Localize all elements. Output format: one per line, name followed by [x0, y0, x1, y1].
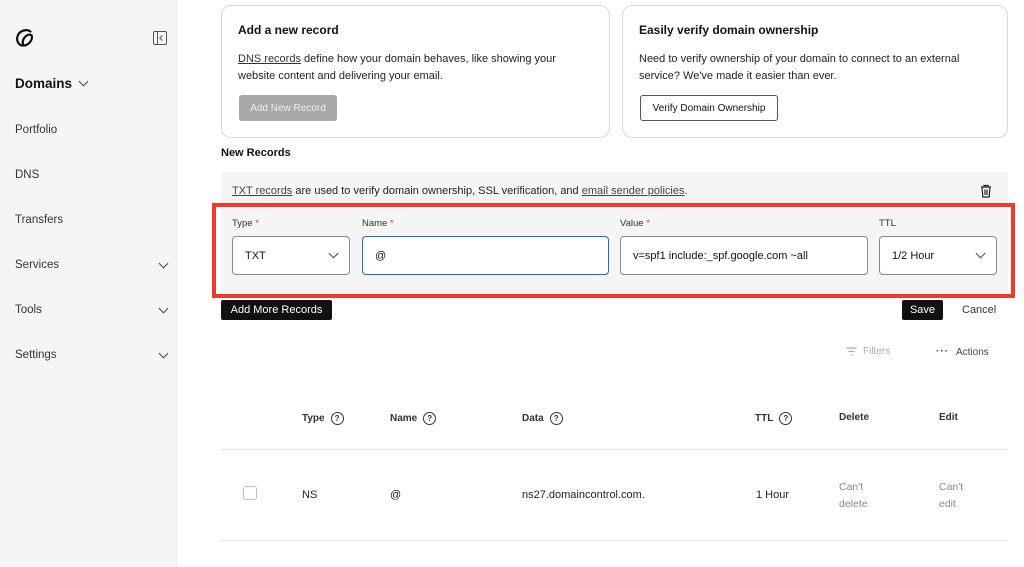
- chevron-down-icon: [159, 258, 169, 268]
- chevron-down-icon: [159, 303, 169, 313]
- trash-icon[interactable]: [980, 184, 992, 198]
- filters-label: Filters: [863, 346, 890, 357]
- help-icon[interactable]: ?: [779, 412, 792, 425]
- chevron-down-icon: [79, 77, 89, 87]
- record-info-text: TXT records are used to verify domain ow…: [232, 185, 688, 197]
- divider: [221, 540, 1008, 541]
- sidebar-item-label: DNS: [15, 169, 39, 181]
- col-header-edit: Edit: [939, 412, 958, 423]
- help-icon[interactable]: ?: [423, 412, 436, 425]
- cell-text: delete: [839, 498, 868, 510]
- header-text: Name: [390, 413, 417, 424]
- actions-button[interactable]: ··· Actions: [936, 347, 989, 358]
- sidebar-item-portfolio[interactable]: Portfolio: [15, 124, 167, 136]
- dns-records-link[interactable]: DNS records: [238, 53, 301, 65]
- sidebar-item-settings[interactable]: Settings: [15, 349, 167, 361]
- info-text: are used to verify domain ownership, SSL…: [292, 185, 581, 197]
- sidebar-item-label: Tools: [15, 304, 42, 316]
- verify-domain-ownership-button[interactable]: Verify Domain Ownership: [640, 95, 778, 121]
- sidebar-item-label: Services: [15, 259, 59, 271]
- filter-icon: [846, 347, 857, 356]
- sidebar-item-dns[interactable]: DNS: [15, 169, 167, 181]
- domains-label: Domains: [15, 76, 72, 91]
- new-records-label: New Records: [221, 147, 291, 159]
- header-text: Data: [522, 413, 544, 424]
- add-record-card: Add a new record DNS records define how …: [221, 5, 610, 138]
- card-body-text: Need to verify ownership of your domain …: [639, 53, 959, 65]
- cell-edit: Can't edit: [939, 479, 963, 513]
- verify-ownership-card: Easily verify domain ownership Need to v…: [622, 5, 1008, 138]
- header-text: TTL: [755, 413, 773, 424]
- txt-records-link[interactable]: TXT records: [232, 185, 292, 197]
- more-dots-icon: ···: [936, 346, 949, 357]
- domains-menu[interactable]: Domains: [15, 76, 87, 91]
- cancel-button[interactable]: Cancel: [962, 304, 996, 316]
- sidebar-item-tools[interactable]: Tools: [15, 304, 167, 316]
- header-text: Type: [302, 413, 325, 424]
- chevron-down-icon: [159, 348, 169, 358]
- cell-text: Can't: [939, 481, 963, 493]
- highlight-box: [212, 203, 1015, 298]
- sidebar-item-services[interactable]: Services: [15, 259, 167, 271]
- row-checkbox[interactable]: [243, 486, 257, 500]
- cell-text: Can't: [839, 481, 863, 493]
- cell-text: edit: [939, 498, 956, 510]
- add-more-records-button[interactable]: Add More Records: [221, 300, 332, 320]
- col-header-data: Data?: [522, 412, 563, 425]
- cell-data: ns27.domaincontrol.com.: [522, 489, 645, 501]
- card-title: Add a new record: [238, 23, 593, 37]
- cell-ttl: 1 Hour: [756, 489, 789, 501]
- card-body-text: service? We've made it easier than ever.: [639, 70, 837, 82]
- help-icon[interactable]: ?: [550, 412, 563, 425]
- card-body-text: website content and delivering your emai…: [238, 70, 443, 82]
- email-sender-policies-link[interactable]: email sender policies: [582, 185, 685, 197]
- col-header-type: Type?: [302, 412, 344, 425]
- add-new-record-button[interactable]: Add New Record: [239, 95, 337, 121]
- sidebar-item-transfers[interactable]: Transfers: [15, 214, 167, 226]
- collapse-sidebar-icon[interactable]: [153, 31, 167, 45]
- cell-delete: Can't delete: [839, 479, 868, 513]
- sidebar-item-label: Portfolio: [15, 124, 57, 136]
- filters-button[interactable]: Filters: [846, 346, 890, 357]
- actions-label: Actions: [956, 347, 989, 358]
- card-body: DNS records define how your domain behav…: [238, 51, 593, 85]
- card-title: Easily verify domain ownership: [639, 23, 991, 37]
- help-icon[interactable]: ?: [331, 412, 344, 425]
- cell-name: @: [390, 489, 401, 501]
- sidebar-item-label: Transfers: [15, 214, 63, 226]
- card-body-text: define how your domain behaves, like sho…: [301, 53, 556, 65]
- col-header-ttl: TTL?: [755, 412, 792, 425]
- sidebar: Domains Portfolio DNS Transfers Services…: [0, 0, 178, 567]
- card-body: Need to verify ownership of your domain …: [639, 51, 991, 85]
- app: Domains Portfolio DNS Transfers Services…: [0, 0, 1024, 567]
- divider: [221, 449, 1008, 450]
- col-header-delete: Delete: [839, 412, 869, 423]
- info-text: .: [684, 185, 687, 197]
- cell-type: NS: [302, 489, 317, 501]
- godaddy-logo-icon[interactable]: [14, 27, 36, 49]
- save-button[interactable]: Save: [902, 300, 943, 320]
- col-header-name: Name?: [390, 412, 436, 425]
- sidebar-item-label: Settings: [15, 349, 57, 361]
